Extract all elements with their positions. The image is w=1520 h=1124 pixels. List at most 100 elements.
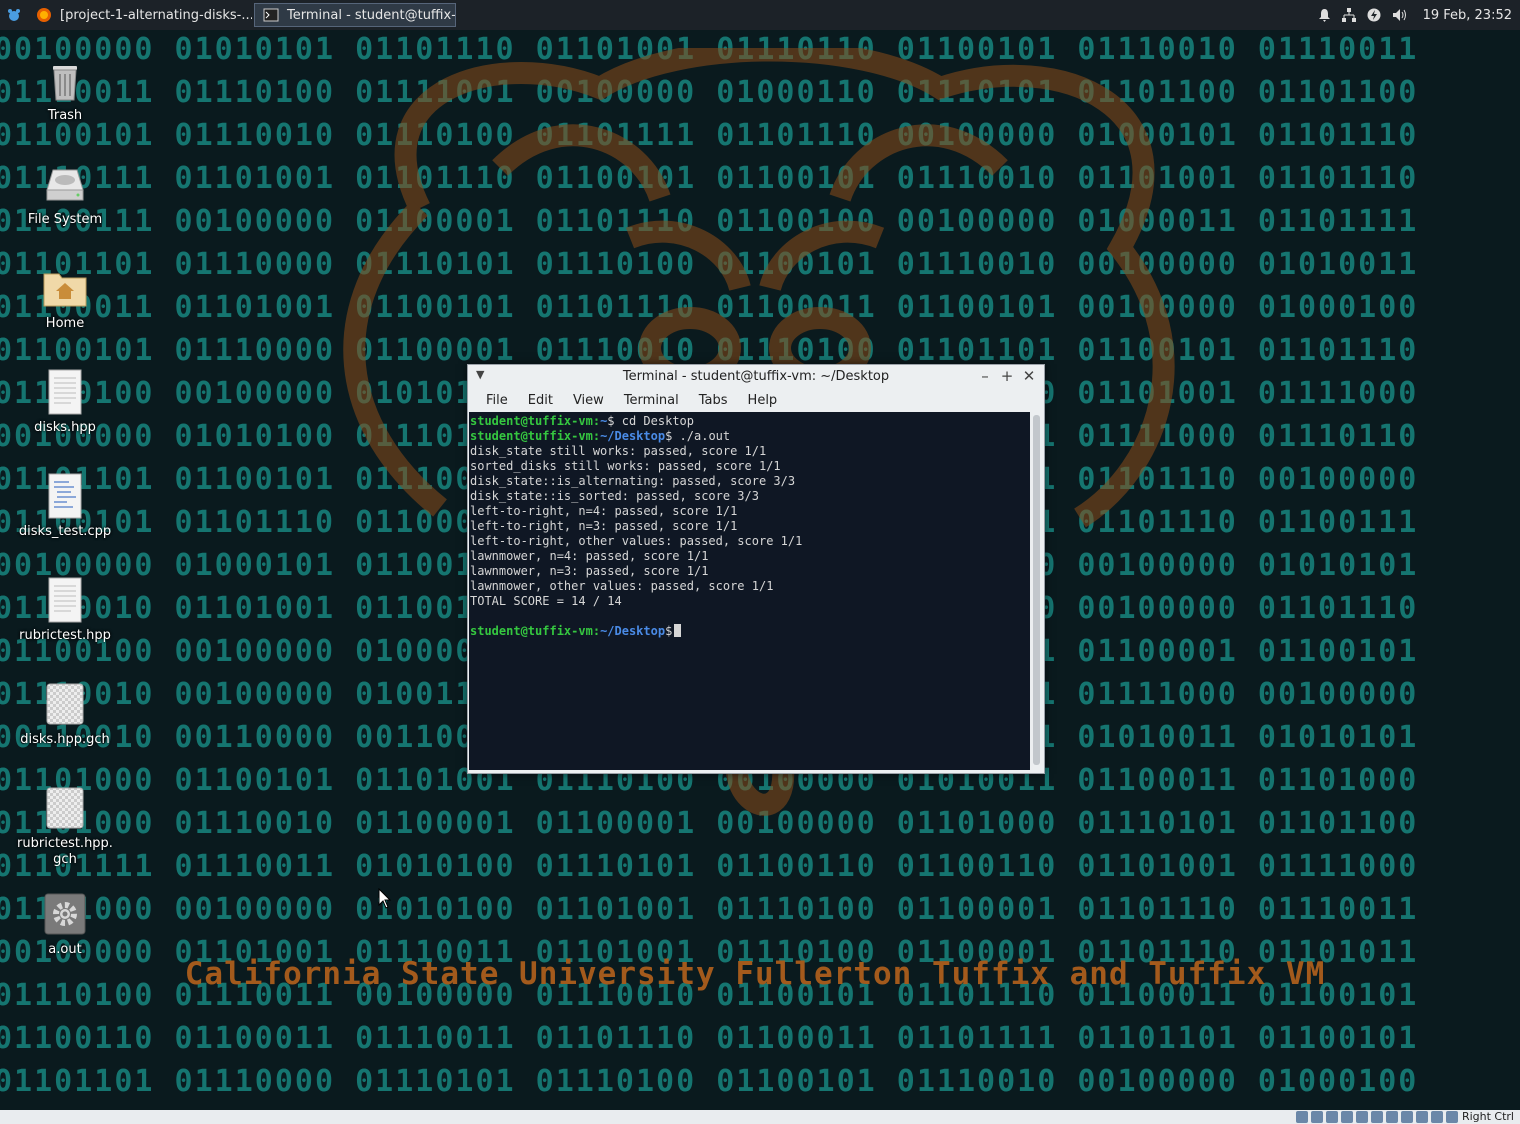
text-file-icon (48, 577, 82, 623)
scrollbar-thumb[interactable] (1033, 415, 1040, 765)
display-icon[interactable] (1386, 1111, 1398, 1123)
terminal-window[interactable]: ▼ Terminal - student@tuffix-vm: ~/Deskto… (467, 364, 1045, 774)
taskbar-item-label: Terminal - student@tuffix-v... (287, 7, 456, 23)
terminal-menubar: File Edit View Terminal Tabs Help (468, 389, 1044, 411)
trash-icon (53, 66, 77, 101)
shared-folder-icon[interactable] (1371, 1111, 1383, 1123)
close-icon[interactable]: ✕ (1020, 367, 1038, 385)
terminal-line: lawnmower, n=3: passed, score 1/1 (470, 564, 1031, 579)
terminal-icon (263, 8, 279, 22)
desktop-icon-label: disks_test.cpp (18, 524, 112, 539)
video-capture-icon[interactable] (1401, 1111, 1413, 1123)
drive-icon (46, 169, 84, 201)
usb-icon[interactable] (1356, 1111, 1368, 1123)
terminal-line: left-to-right, n=4: passed, score 1/1 (470, 504, 1031, 519)
terminal-line: TOTAL SCORE = 14 / 14 (470, 594, 1031, 609)
prompt-colon: : (592, 414, 601, 428)
terminal-line: left-to-right, other values: passed, sco… (470, 534, 1031, 549)
menu-edit[interactable]: Edit (518, 393, 563, 408)
desktop-icon-label: rubrictest.hpp.gch (17, 836, 113, 867)
desktop-icon-label: File System (27, 212, 103, 227)
output-text: sorted_disks still works: passed, score … (470, 459, 781, 473)
desktop-icon-home[interactable]: Home (17, 264, 113, 332)
harddisk-icon[interactable] (1296, 1111, 1308, 1123)
desktop-icon-rubrictest-hpp[interactable]: rubrictest.hpp (17, 576, 113, 644)
desktop-icon-label: Home (45, 316, 85, 331)
prompt-path: ~/Desktop (600, 429, 666, 443)
executable-gear-icon (44, 893, 86, 935)
desktop-icon-label: a.out (48, 942, 82, 957)
menu-help[interactable]: Help (738, 393, 788, 408)
taskbar-item-firefox[interactable]: [project-1-alternating-disks-... (28, 0, 252, 30)
wallpaper-binary-row: 01101101 01110000 01110101 01110100 0110… (0, 1064, 1419, 1099)
notification-bell-icon[interactable] (1317, 8, 1332, 23)
menu-view[interactable]: View (563, 393, 614, 408)
desktop-icon-label: Trash (47, 108, 83, 123)
terminal-line: left-to-right, n=3: passed, score 1/1 (470, 519, 1031, 534)
volume-icon[interactable] (1392, 8, 1407, 23)
cpu-icon[interactable] (1416, 1111, 1428, 1123)
hostkey-icon[interactable] (1446, 1111, 1458, 1123)
desktop-icon-file-system[interactable]: File System (17, 160, 113, 228)
desktop-icon-rubrictest-hpp-gch[interactable]: rubrictest.hpp.gch (17, 784, 113, 868)
taskbar-item-terminal[interactable]: Terminal - student@tuffix-v... (254, 3, 456, 27)
terminal-line: disk_state::is_sorted: passed, score 3/3 (470, 489, 1031, 504)
vm-status-icons (1296, 1111, 1458, 1123)
window-title: Terminal - student@tuffix-vm: ~/Desktop (622, 369, 890, 384)
command-text: $ cd Desktop (607, 414, 694, 428)
terminal-scrollbar[interactable] (1030, 412, 1043, 770)
terminal-line: disk_state::is_alternating: passed, scor… (470, 474, 1031, 489)
menu-tabs[interactable]: Tabs (689, 393, 738, 408)
mouse-integration-icon[interactable] (1431, 1111, 1443, 1123)
desktop-icon-disks-test-cpp[interactable]: disks_test.cpp (17, 472, 113, 540)
source-file-icon (48, 473, 82, 519)
power-icon[interactable] (1367, 8, 1382, 23)
menu-file[interactable]: File (476, 393, 518, 408)
text-file-icon (48, 369, 82, 415)
prompt-colon: : (592, 429, 601, 443)
top-panel: [project-1-alternating-disks-... Termina… (0, 0, 1520, 30)
xfce-mouse-icon (8, 9, 20, 21)
output-text: lawnmower, n=4: passed, score 1/1 (470, 549, 709, 563)
system-tray: 19 Feb, 23:52 (1317, 8, 1520, 23)
desktop-icon-trash[interactable]: Trash (17, 56, 113, 124)
desktop-icon-label: disks.hpp.gch (20, 732, 110, 747)
mouse-pointer-icon (378, 888, 392, 909)
desktop-icon-disks-hpp-gch[interactable]: disks.hpp.gch (17, 680, 113, 748)
terminal-line: student@tuffix-vm:~/Desktop$ (470, 624, 1031, 639)
output-text: TOTAL SCORE = 14 / 14 (470, 594, 622, 608)
panel-clock[interactable]: 19 Feb, 23:52 (1423, 8, 1512, 23)
home-folder-icon (43, 273, 87, 307)
audio-icon[interactable] (1326, 1111, 1338, 1123)
applications-menu-button[interactable] (0, 0, 28, 30)
output-text: left-to-right, n=4: passed, score 1/1 (470, 504, 738, 518)
terminal-line: sorted_disks still works: passed, score … (470, 459, 1031, 474)
prompt-user: student@tuffix-vm (470, 624, 593, 638)
output-text: lawnmower, other values: passed, score 1… (470, 579, 774, 593)
network-icon[interactable] (1342, 8, 1357, 23)
taskbar-item-label: [project-1-alternating-disks-... (60, 7, 252, 23)
output-text: disk_state::is_alternating: passed, scor… (470, 474, 796, 488)
desktop-icon-label: disks.hpp (34, 420, 96, 435)
minimize-icon[interactable]: – (976, 367, 994, 385)
terminal-output[interactable]: student@tuffix-vm:~$ cd Desktop student@t… (469, 412, 1031, 770)
window-titlebar[interactable]: ▼ Terminal - student@tuffix-vm: ~/Deskto… (468, 365, 1044, 389)
network-icon[interactable] (1341, 1111, 1353, 1123)
maximize-icon[interactable]: + (998, 367, 1016, 385)
menu-terminal[interactable]: Terminal (614, 393, 689, 408)
terminal-line: lawnmower, other values: passed, score 1… (470, 579, 1031, 594)
binary-file-icon (46, 683, 84, 725)
optical-icon[interactable] (1311, 1111, 1323, 1123)
wallpaper-caption: California State University Fullerton Tu… (184, 956, 1326, 992)
desktop-icon-label: rubrictest.hpp (19, 628, 111, 643)
text-cursor (674, 624, 682, 637)
host-key-label: Right Ctrl (1461, 1110, 1514, 1123)
output-text: lawnmower, n=3: passed, score 1/1 (470, 564, 709, 578)
output-text: left-to-right, n=3: passed, score 1/1 (470, 519, 738, 533)
terminal-line: student@tuffix-vm:~/Desktop$ ./a.out (470, 429, 1031, 444)
desktop-icon-disks-hpp[interactable]: disks.hpp (17, 368, 113, 436)
output-text: left-to-right, other values: passed, sco… (470, 534, 803, 548)
desktop-icon-a-out[interactable]: a.out (17, 890, 113, 958)
prompt-colon: : (592, 624, 601, 638)
